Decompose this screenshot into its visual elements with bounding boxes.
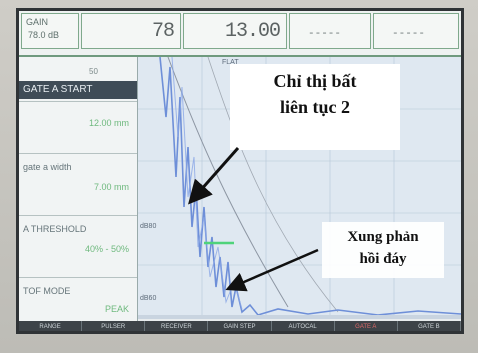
scope-label-low: dB60 [140,295,157,302]
parameter-value: PEAK [104,304,129,314]
callout-discontinuity: Chỉ thị bất liên tục 2 [230,64,400,150]
softkey-autocal[interactable]: AUTOCAL [272,321,335,331]
parameter-item[interactable]: 12.00 mm [19,101,137,154]
callout-2-line-2: hồi đáy [359,251,407,267]
parameter-item[interactable]: gate a width 7.00 mm [19,153,137,216]
callout-back-wall: Xung phản hồi đáy [322,222,444,278]
gain-box[interactable]: GAIN 78.0 dB [21,13,79,49]
softkey-gain-step[interactable]: GAIN STEP [208,321,272,331]
parameter-panel: 50 GATE A START 12.00 mm gate a width 7.… [19,57,138,325]
reading-3: ----- [308,28,342,40]
reading-2: 13.00 [224,20,281,43]
parameter-label: A THRESHOLD [23,224,87,234]
gain-value: 78.0 dB [28,30,60,40]
softkey-gate-b[interactable]: GATE B [398,321,461,331]
parameter-label: TOF MODE [23,286,71,296]
callout-1-line-1: Chỉ thị bất [273,71,357,91]
parameter-value: 40% - 50% [84,244,129,254]
reading-header: GAIN 78.0 dB 78 13.00 ----- ----- [19,11,461,57]
scope-baseline [138,315,461,319]
scope-label-mid: dB80 [140,223,157,230]
reading-4: ----- [392,28,426,40]
parameter-item[interactable]: A THRESHOLD 40% - 50% [19,215,137,278]
reading-box-2: 13.00 [183,13,287,49]
panel-top-label: 50 [89,67,98,76]
parameter-value: 7.00 mm [93,182,129,192]
softkey-range[interactable]: RANGE [19,321,83,331]
parameter-value: 12.00 mm [88,118,129,128]
reading-1: 78 [151,20,175,43]
reading-box-4: ----- [373,13,459,49]
reading-box-1: 78 [81,13,181,49]
reading-box-3: ----- [289,13,371,49]
gain-label: GAIN [26,17,49,27]
callout-1-line-2: liên tục 2 [280,97,350,117]
selected-parameter[interactable]: GATE A START [19,81,137,99]
softkey-bar: RANGE PULSER RECEIVER GAIN STEP AUTOCAL … [19,321,461,331]
parameter-item[interactable]: TOF MODE PEAK [19,277,137,326]
softkey-receiver[interactable]: RECEIVER [145,321,209,331]
softkey-gate-a[interactable]: GATE A [335,321,398,331]
instrument-screen: GAIN 78.0 dB 78 13.00 ----- ----- 50 GAT… [16,8,464,334]
callout-2-line-1: Xung phản [347,229,419,245]
softkey-pulser[interactable]: PULSER [82,321,146,331]
parameter-label: gate a width [23,162,72,172]
